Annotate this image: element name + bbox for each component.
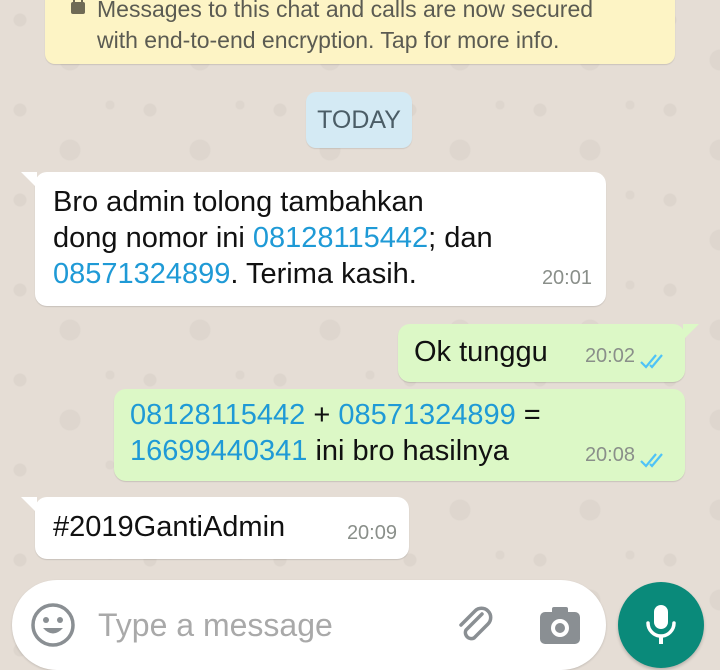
message-text: Ok tunggu (414, 336, 548, 368)
message-text: ini bro hasilnya (307, 435, 509, 467)
outgoing-message-bubble[interactable]: Ok tunggu 20:02 (398, 324, 699, 382)
message-text: . Terima kasih. (230, 258, 417, 290)
message-timestamp: 20:09 (346, 522, 397, 544)
message-text-line: Bro admin tolong tambahkan (53, 184, 588, 220)
lock-icon (71, 0, 85, 14)
message-timestamp: 20:01 (541, 267, 592, 289)
encryption-notice-line2: with end-to-end encryption. Tap for more… (97, 27, 560, 53)
read-ticks-icon (640, 453, 663, 468)
message-text: Bro admin tolong tambahkan (53, 186, 424, 218)
phone-number-link[interactable]: 08128115442 (130, 399, 305, 431)
message-text-line: 08571324899. Terima kasih. (53, 256, 588, 292)
message-text: #2019GantiAdmin (53, 511, 286, 543)
date-divider: TODAY (306, 92, 412, 148)
message-text: ; dan (428, 222, 493, 254)
encryption-notice[interactable]: Messages to this chat and calls are now … (45, 0, 675, 64)
phone-number-link[interactable]: 08571324899 (338, 399, 515, 431)
message-text: + (305, 399, 339, 431)
microphone-icon (646, 605, 676, 644)
incoming-message-bubble[interactable]: Bro admin tolong tambahkan dong nomor in… (21, 172, 606, 306)
message-input[interactable] (96, 600, 430, 650)
message-text-line: dong nomor ini 08128115442; dan (53, 220, 588, 256)
outgoing-message-bubble[interactable]: 08128115442 + 08571324899 = 16699440341 … (114, 389, 685, 481)
message-text: dong nomor ini (53, 222, 253, 254)
camera-icon[interactable] (537, 604, 583, 646)
message-text-line: 08128115442 + 08571324899 = (130, 397, 669, 433)
incoming-message-bubble[interactable]: #2019GantiAdmin 20:09 (21, 497, 409, 559)
phone-number-link[interactable]: 08128115442 (253, 222, 428, 254)
paperclip-icon[interactable] (452, 602, 498, 648)
microphone-button[interactable] (618, 582, 704, 668)
read-ticks-icon (640, 354, 663, 369)
emoji-icon[interactable] (29, 601, 77, 649)
message-timestamp: 20:02 (584, 345, 635, 367)
phone-number-link[interactable]: 08571324899 (53, 258, 230, 290)
message-timestamp: 20:08 (584, 444, 635, 466)
encryption-notice-line1: Messages to this chat and calls are now … (97, 0, 594, 22)
message-text: = (515, 399, 541, 431)
phone-number-link[interactable]: 16699440341 (130, 435, 307, 467)
message-composer (12, 580, 606, 670)
